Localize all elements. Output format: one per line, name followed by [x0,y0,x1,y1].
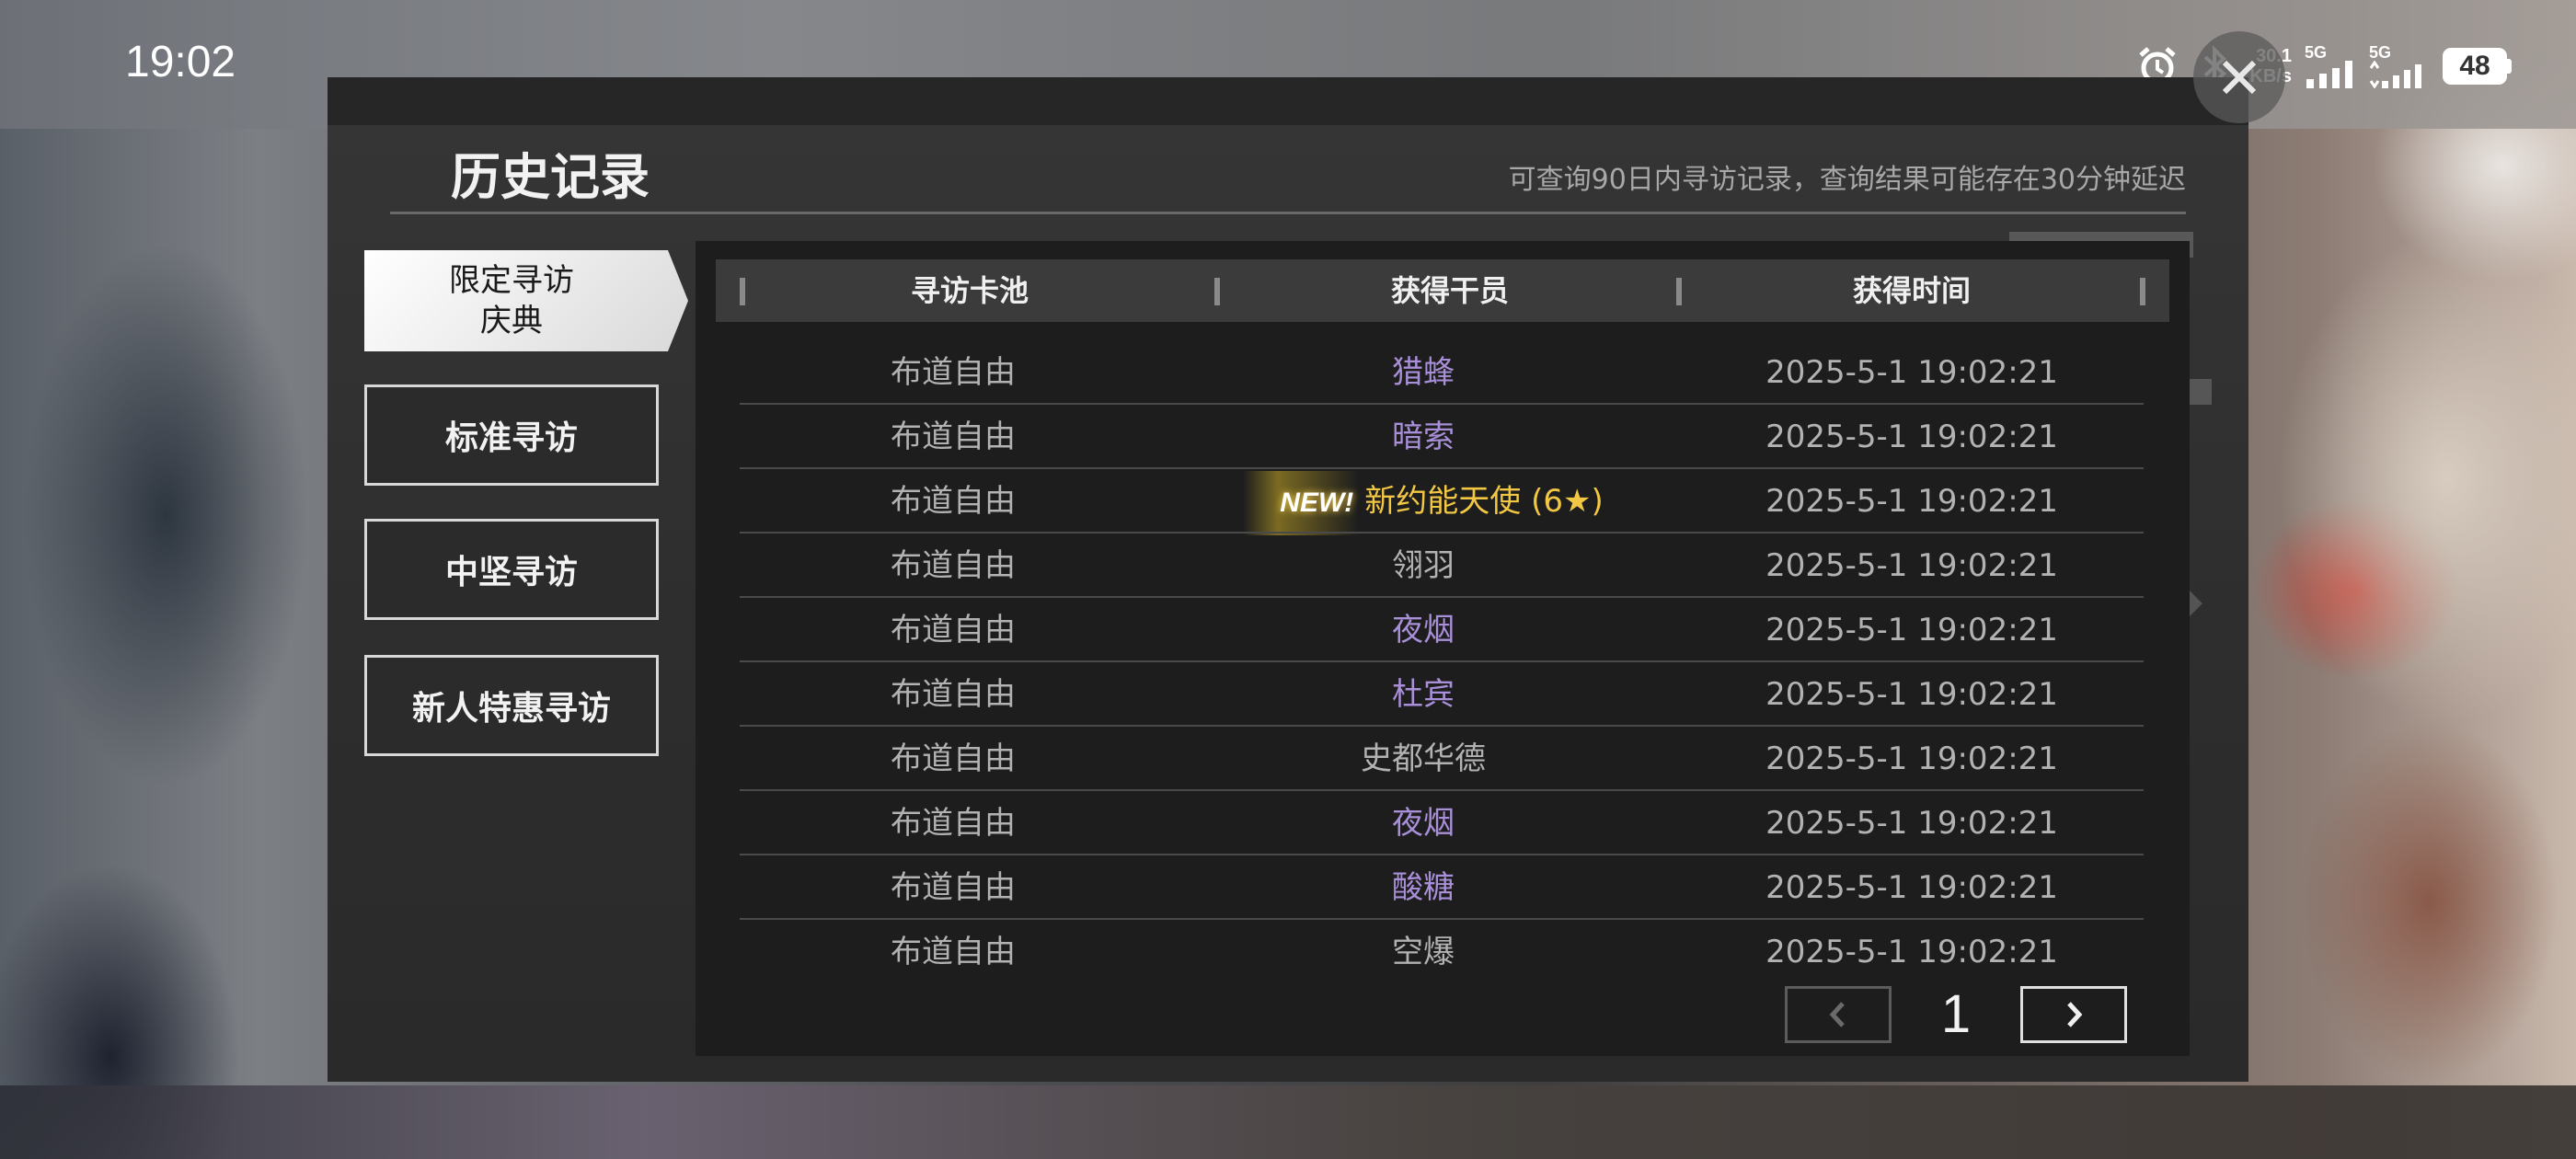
column-header-operator: 获得干员 [1390,273,1509,308]
operator-name: 新约能天使 (6★) [1364,483,1604,520]
time-cell: 2025-5-1 19:02:21 [1765,354,2058,391]
pool-cell: 布道自由 [891,419,1016,455]
pool-cell: 布道自由 [891,934,1016,970]
tab-standard[interactable]: 标准寻访 [364,384,659,486]
tab-core[interactable]: 中坚寻访 [364,519,659,620]
page-number: 1 [1940,984,1972,1044]
operator-cell: 夜烟 [1392,612,1455,648]
pool-cell: 布道自由 [891,354,1016,391]
title-divider [390,212,2186,214]
page-title: 历史记录 [451,148,650,206]
time-cell: 2025-5-1 19:02:21 [1765,934,2058,970]
battery-tip [2507,59,2512,74]
time-cell: 2025-5-1 19:02:21 [1765,676,2058,713]
tab-label: 中坚寻访 [444,554,578,591]
signal-1: 5G [2305,44,2356,88]
close-button[interactable] [2193,31,2285,123]
pool-cell: 布道自由 [891,612,1016,648]
time-cell: 2025-5-1 19:02:21 [1765,612,2058,648]
table-row: 布道自由 夜烟 2025-5-1 19:02:21 [740,791,2144,855]
operator-cell: 杜宾 [1392,676,1455,713]
time-cell: 2025-5-1 19:02:21 [1765,547,2058,584]
table-header: 寻访卡池 获得干员 获得时间 [716,259,2169,322]
next-page-button[interactable] [2020,986,2127,1043]
battery-icon: 48 [2443,48,2512,85]
pool-cell: 布道自由 [891,869,1016,906]
table-row: 布道自由 杜宾 2025-5-1 19:02:21 [740,662,2144,727]
tab-label: 标准寻访 [444,419,578,457]
table-row: 布道自由 猎蜂 2025-5-1 19:02:21 [740,340,2144,405]
new-badge: NEW! [1243,471,1360,535]
time-cell: 2025-5-1 19:02:21 [1765,740,2058,777]
prev-page-button[interactable] [1785,986,1892,1043]
signal-icon [2369,61,2421,88]
tab-limited-celebration[interactable]: 限定寻访 庆典 [364,250,688,351]
operator-cell: 酸糖 [1392,869,1455,906]
table-row: 布道自由 酸糖 2025-5-1 19:02:21 [740,855,2144,920]
chevron-right-icon [2067,1002,2083,1027]
table-row: 布道自由 夜烟 2025-5-1 19:02:21 [740,598,2144,662]
operator-cell: 翎羽 [1392,547,1455,584]
table-row: 布道自由 NEW! 新约能天使 (6★) 2025-5-1 19:02:21 [740,469,2144,535]
operator-cell: 暗索 [1392,419,1455,455]
time-cell: 2025-5-1 19:02:21 [1765,805,2058,842]
signal-icon [2306,61,2352,88]
status-time: 19:02 [125,38,236,86]
table-row: 布道自由 史都华德 2025-5-1 19:02:21 [740,727,2144,791]
tab-newcomer[interactable]: 新人特惠寻访 [364,655,659,756]
chevron-left-icon [1829,1002,1845,1027]
table-row: 布道自由 暗索 2025-5-1 19:02:21 [740,405,2144,469]
query-hint: 可查询90日内寻访记录，查询结果可能存在30分钟延迟 [1508,164,2186,196]
time-cell: 2025-5-1 19:02:21 [1765,419,2058,455]
operator-cell: 夜烟 [1392,805,1455,842]
column-separator [2140,278,2145,305]
battery-level: 48 [2443,48,2507,85]
operator-cell-new: NEW! 新约能天使 (6★) [1167,469,1680,535]
pool-cell: 布道自由 [891,483,1016,520]
tab-label-line1: 限定寻访 [449,262,574,299]
tab-label-line2: 庆典 [480,303,543,339]
column-header-time: 获得时间 [1852,273,1971,308]
background-bottom-strip [0,1085,2576,1159]
operator-cell: 史都华德 [1361,740,1486,777]
dialog-top-band [328,77,2248,125]
signal-2: 5G [2369,44,2430,88]
pool-cell: 布道自由 [891,547,1016,584]
table-row: 布道自由 空爆 2025-5-1 19:02:21 [740,920,2144,984]
column-header-pool: 寻访卡池 [910,273,1029,308]
signal-2-label: 5G [2369,43,2392,62]
pool-cell: 布道自由 [891,740,1016,777]
operator-cell: 空爆 [1392,934,1455,970]
close-icon [2222,60,2257,95]
tab-label: 新人特惠寻访 [411,690,611,728]
table-row: 布道自由 翎羽 2025-5-1 19:02:21 [740,534,2144,598]
operator-cell: 猎蜂 [1392,354,1455,391]
pool-cell: 布道自由 [891,805,1016,842]
time-cell: 2025-5-1 19:02:21 [1765,483,2058,520]
time-cell: 2025-5-1 19:02:21 [1765,869,2058,906]
pool-cell: 布道自由 [891,676,1016,713]
signal-1-label: 5G [2305,43,2328,62]
